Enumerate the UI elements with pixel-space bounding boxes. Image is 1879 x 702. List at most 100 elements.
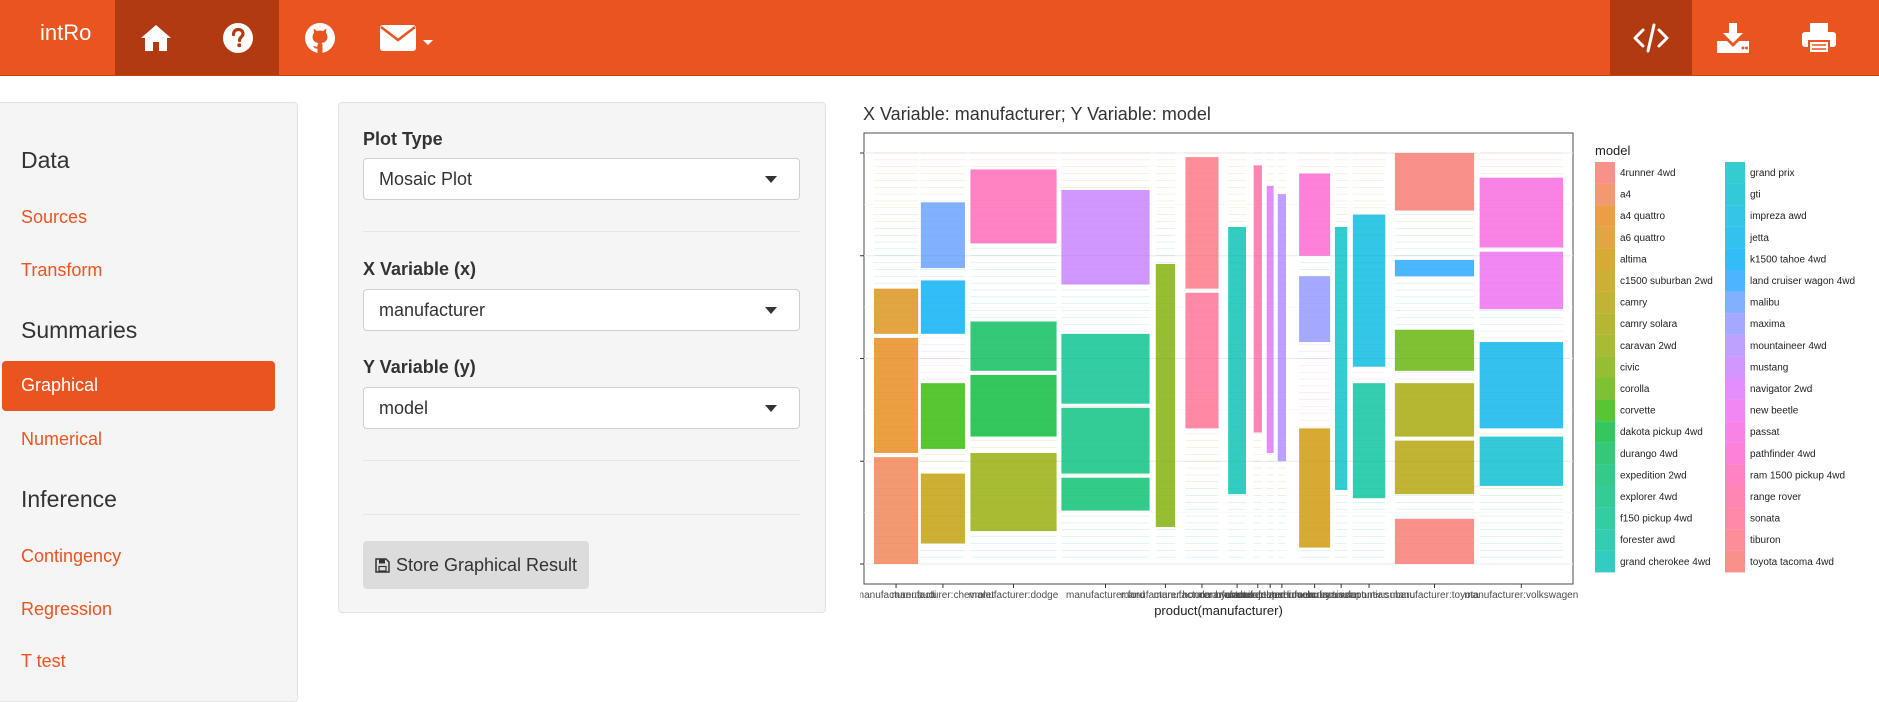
legend-key xyxy=(1595,486,1615,508)
legend-key xyxy=(1725,356,1745,378)
plot-controls-panel: Plot Type Mosaic Plot X Variable (x) man… xyxy=(338,102,826,613)
question-circle-icon xyxy=(223,22,253,53)
legend-label: tiburon xyxy=(1750,535,1781,546)
github-button[interactable] xyxy=(279,0,361,75)
legend-label: a4 xyxy=(1620,190,1632,201)
legend-label: malibu xyxy=(1750,298,1779,309)
mosaic-cell-grand-prix xyxy=(1334,226,1348,491)
help-button[interactable] xyxy=(197,0,279,75)
divider xyxy=(363,460,800,461)
sidebar-item-transform[interactable]: Transform xyxy=(21,260,102,281)
divider xyxy=(363,231,800,232)
legend-key xyxy=(1725,399,1745,422)
legend-key xyxy=(1595,205,1615,227)
legend-key xyxy=(1725,162,1745,184)
legend-label: range rover xyxy=(1750,492,1802,503)
y-variable-label: Y Variable (y) xyxy=(363,357,476,377)
legend-label: a4 quattro xyxy=(1620,211,1665,222)
legend-key xyxy=(1595,550,1615,573)
legend-key xyxy=(1595,183,1615,206)
legend-key xyxy=(1595,270,1615,292)
mosaic-cell-passat xyxy=(1479,177,1563,248)
legend-label: expedition 2wd xyxy=(1620,470,1687,481)
download-icon xyxy=(1717,22,1749,53)
legend-key xyxy=(1725,529,1745,551)
sidebar-heading-data: Data xyxy=(21,147,70,173)
mosaic-cell-civic xyxy=(1155,263,1176,528)
mosaic-cell-ram-1500-pickup-4wd xyxy=(970,169,1057,244)
legend-label: forester awd xyxy=(1620,535,1675,546)
mosaic-cell-f150-pickup-4wd xyxy=(1061,333,1150,404)
legend-label: new beetle xyxy=(1750,406,1799,417)
mosaic-plot: 0.000.250.500.751.00manufacturer:audiman… xyxy=(860,132,1855,618)
mosaic-cell-expedition-2wd xyxy=(1061,477,1150,511)
legend-label: mountaineer 4wd xyxy=(1750,341,1827,352)
x-tick-label: manufacturer:dodge xyxy=(969,590,1059,601)
legend-key xyxy=(1595,399,1615,422)
download-button[interactable] xyxy=(1692,0,1774,75)
sidebar-item-regression[interactable]: Regression xyxy=(21,599,112,620)
email-dropdown-button[interactable] xyxy=(361,0,451,75)
plot-type-select[interactable]: Mosaic Plot xyxy=(363,158,800,200)
sidebar: Data Sources Transform Summaries Graphic… xyxy=(0,102,298,702)
divider xyxy=(363,514,800,515)
legend-key xyxy=(1725,421,1745,443)
sidebar-item-t-test[interactable]: T test xyxy=(21,651,66,672)
mosaic-cell-mountaineer-4wd xyxy=(1277,194,1287,462)
legend-label: grand prix xyxy=(1750,168,1794,179)
sidebar-heading-summaries: Summaries xyxy=(21,317,138,343)
x-variable-select[interactable]: manufacturer xyxy=(363,289,800,331)
mosaic-cell-4runner-4wd xyxy=(1394,518,1475,564)
legend-key xyxy=(1725,313,1745,335)
show-code-button[interactable] xyxy=(1610,0,1692,75)
mosaic-cell-grand-cherokee-4wd xyxy=(1228,226,1247,495)
mosaic-cell-forester-awd xyxy=(1352,383,1386,499)
mosaic-cell-jetta xyxy=(1479,342,1563,429)
mosaic-cell-a6-quattro xyxy=(874,288,919,334)
mosaic-cell-tiburon xyxy=(1185,157,1219,289)
legend-key xyxy=(1725,378,1745,400)
mosaic-cell-k1500-tahoe-4wd xyxy=(920,280,965,334)
legend-key xyxy=(1595,291,1615,314)
legend-key xyxy=(1725,507,1745,530)
mosaic-cell-dakota-pickup-4wd xyxy=(970,374,1057,437)
legend-key xyxy=(1595,226,1615,249)
legend-label: toyota tacoma 4wd xyxy=(1750,557,1834,568)
legend-label: corvette xyxy=(1620,406,1656,417)
mosaic-cell-a4 xyxy=(874,457,919,564)
mosaic-cell-gti xyxy=(1479,436,1563,486)
sidebar-item-graphical[interactable]: Graphical xyxy=(2,361,275,411)
legend-key xyxy=(1725,442,1745,465)
print-icon xyxy=(1802,22,1836,54)
mosaic-cell-impreza-awd xyxy=(1352,214,1386,367)
caret-down-icon xyxy=(422,39,433,45)
legend-label: navigator 2wd xyxy=(1750,384,1812,395)
legend-label: dakota pickup 4wd xyxy=(1620,427,1703,438)
mosaic-cell-altima xyxy=(1299,428,1331,548)
x-axis-label: product(manufacturer) xyxy=(1154,603,1283,618)
sidebar-heading-inference: Inference xyxy=(21,486,117,512)
legend-label: k1500 tahoe 4wd xyxy=(1750,254,1826,265)
sidebar-item-sources[interactable]: Sources xyxy=(21,207,87,228)
y-variable-select[interactable]: model xyxy=(363,387,800,429)
sidebar-item-numerical[interactable]: Numerical xyxy=(21,429,102,450)
legend-key xyxy=(1595,529,1615,551)
sidebar-item-contingency[interactable]: Contingency xyxy=(21,546,121,567)
sidebar-item-label: Graphical xyxy=(21,375,99,395)
legend-label: impreza awd xyxy=(1750,211,1807,222)
legend-key xyxy=(1595,313,1615,335)
legend-label: mustang xyxy=(1750,362,1788,373)
legend-key xyxy=(1725,291,1745,314)
legend-key xyxy=(1595,442,1615,465)
mosaic-cell-corvette xyxy=(920,383,965,449)
legend-label: a6 quattro xyxy=(1620,233,1665,244)
legend-key xyxy=(1725,464,1745,486)
legend-key xyxy=(1725,205,1745,227)
print-button[interactable] xyxy=(1774,0,1864,75)
envelope-icon xyxy=(379,24,416,51)
store-graphical-result-button[interactable]: Store Graphical Result xyxy=(363,541,589,589)
home-button[interactable] xyxy=(115,0,197,75)
floppy-disk-icon xyxy=(375,557,390,573)
legend-key xyxy=(1595,334,1615,357)
brand-logo[interactable]: intRo xyxy=(40,20,91,46)
